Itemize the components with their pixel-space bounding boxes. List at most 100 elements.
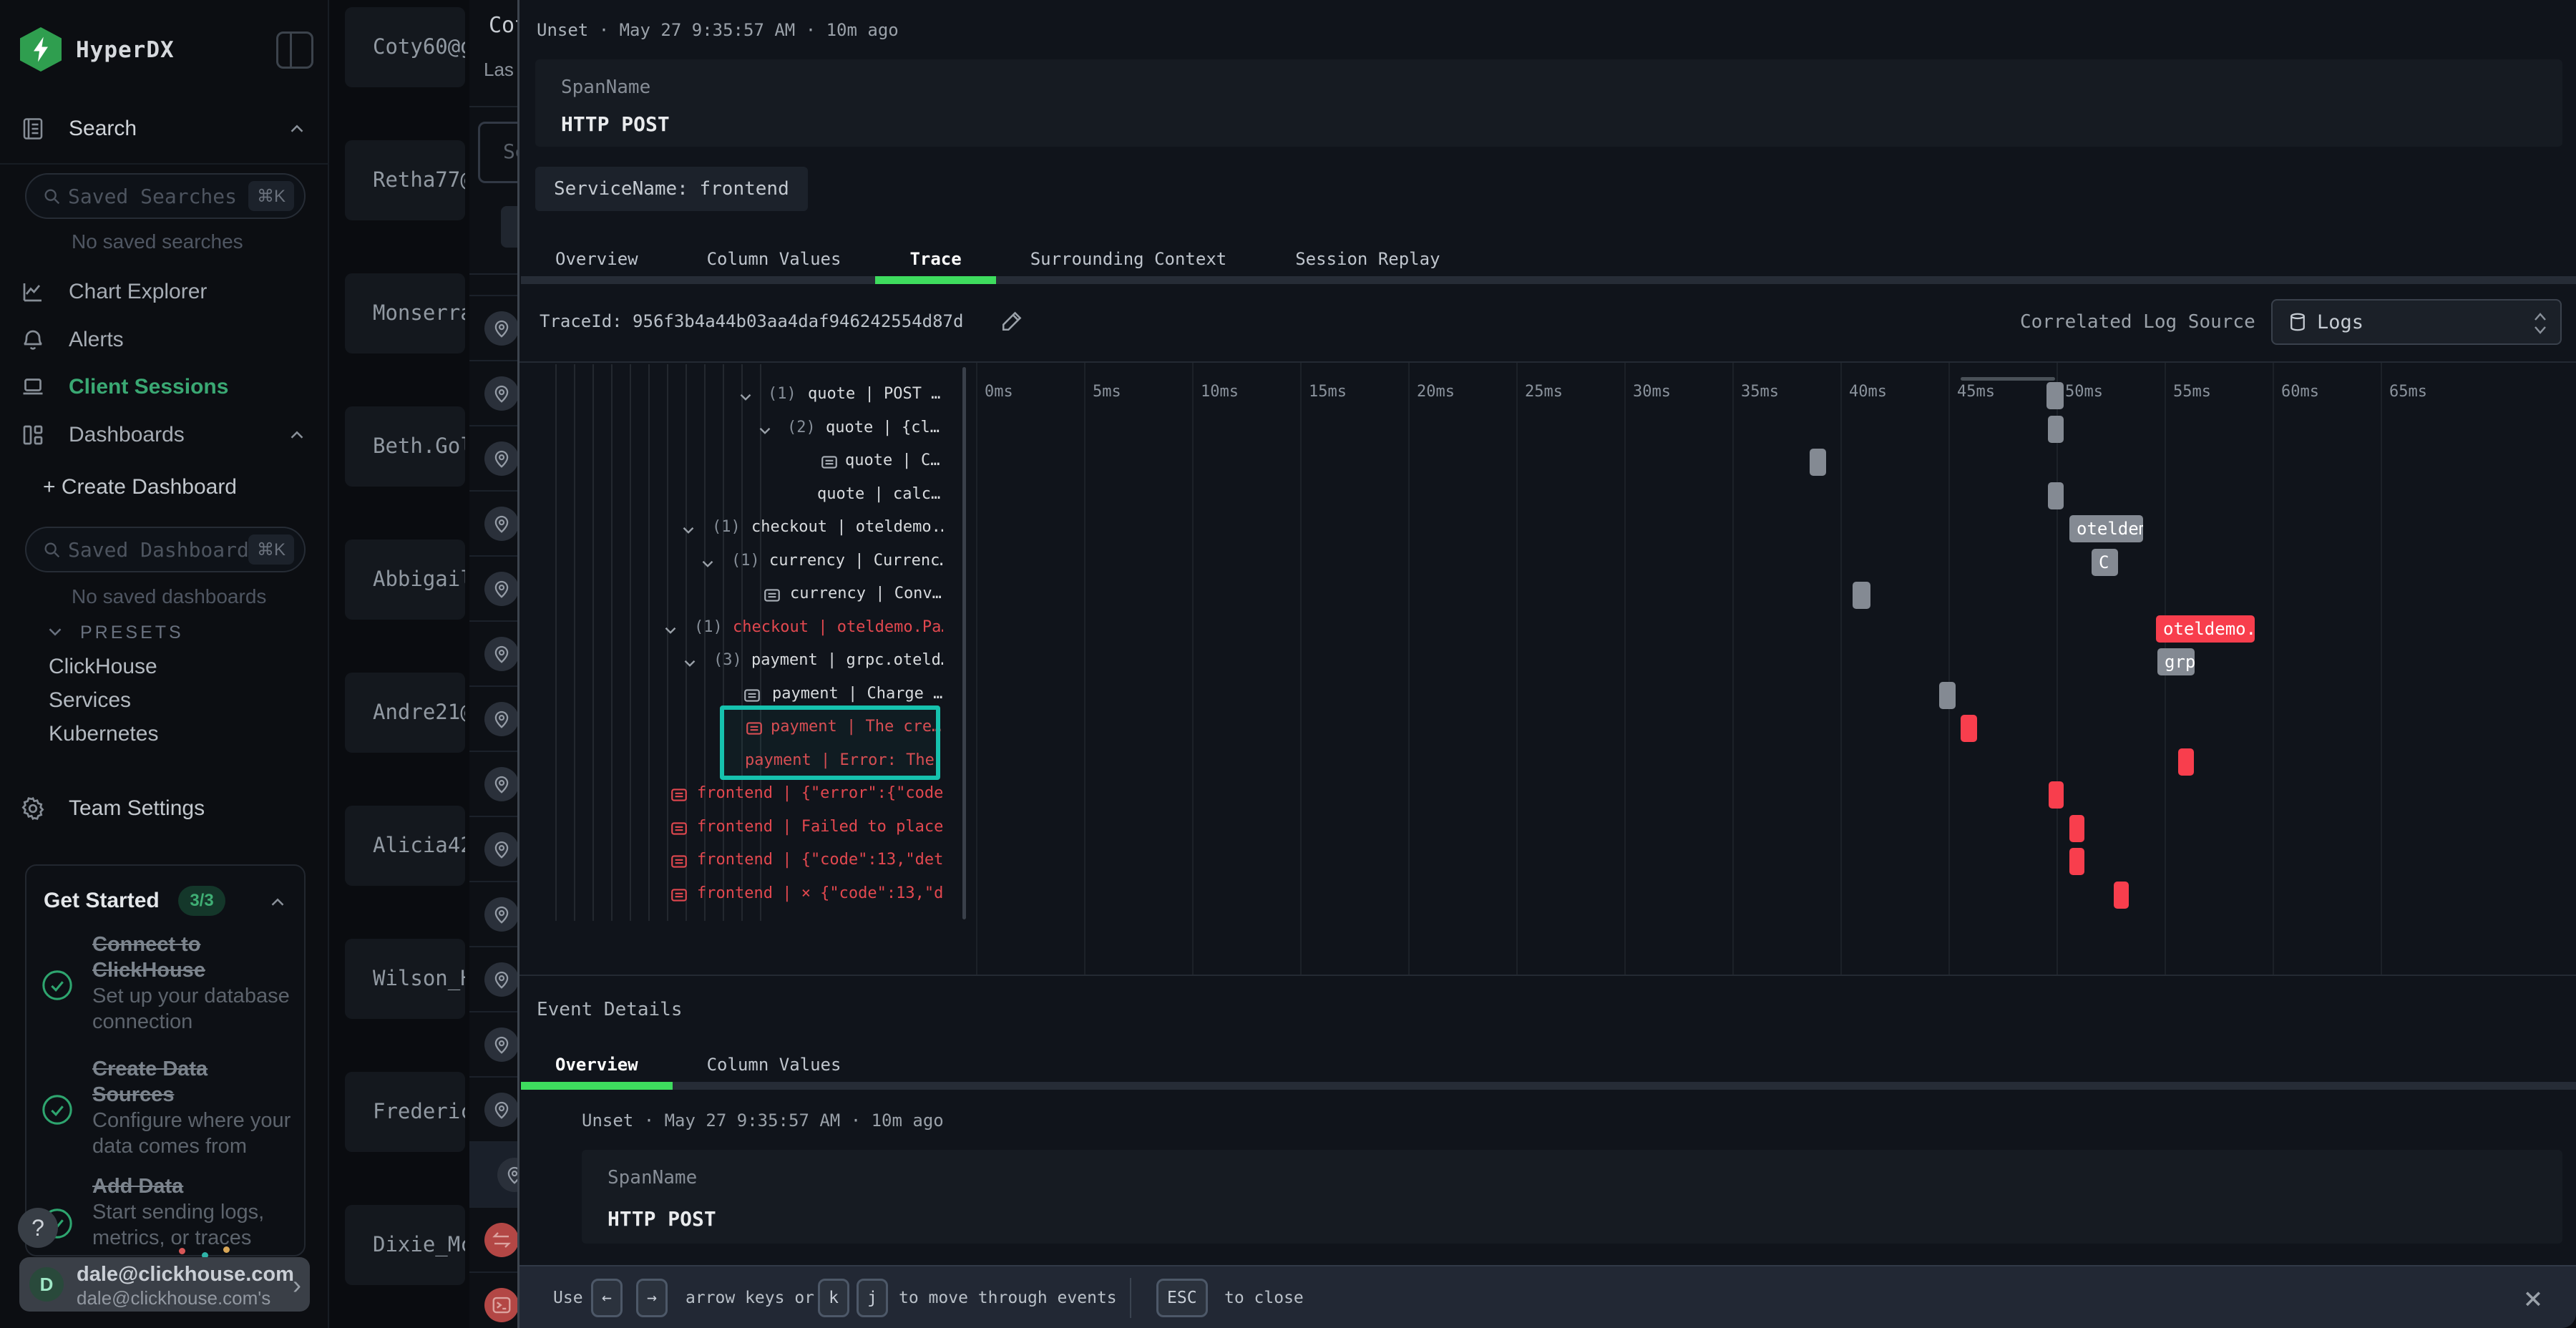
j-key[interactable]: j bbox=[857, 1279, 888, 1317]
session-card[interactable]: Beth.Gol bbox=[345, 406, 465, 487]
preset-clickhouse[interactable]: ClickHouse bbox=[49, 655, 157, 679]
chevron-down-icon[interactable] bbox=[698, 555, 717, 573]
span-duration-bar[interactable]: oteldem bbox=[2069, 515, 2143, 542]
sidebar-item-chart-explorer[interactable]: Chart Explorer bbox=[0, 272, 329, 312]
session-card[interactable]: Andre21@ bbox=[345, 673, 465, 753]
span-duration-bar[interactable] bbox=[2069, 848, 2084, 875]
tab-trace[interactable]: Trace bbox=[875, 234, 995, 284]
trace-tree-row[interactable]: frontend | {"code":13,"det… bbox=[519, 845, 943, 879]
trace-tree-row[interactable]: frontend | {"error":{"code… bbox=[519, 778, 943, 812]
edit-pencil-icon[interactable] bbox=[1000, 308, 1025, 333]
sidebar-item-search[interactable]: Search bbox=[0, 109, 329, 149]
session-card[interactable]: Monserra bbox=[345, 273, 465, 353]
span-duration-bar[interactable] bbox=[2049, 781, 2064, 809]
preset-kubernetes[interactable]: Kubernetes bbox=[49, 722, 158, 746]
chevron-down-icon[interactable] bbox=[680, 654, 699, 673]
event-rail-row[interactable] bbox=[469, 1271, 517, 1328]
session-card[interactable]: Retha77@ bbox=[345, 140, 465, 220]
tab-overview[interactable]: Overview bbox=[521, 234, 673, 284]
left-arrow-key[interactable]: ← bbox=[591, 1279, 623, 1317]
trace-tree-row[interactable]: quote | calc… bbox=[519, 479, 943, 513]
saved-dashboards-input[interactable]: Saved Dashboards ⌘K bbox=[25, 527, 306, 572]
presets-chevron-icon[interactable] bbox=[44, 621, 66, 643]
tab-session-replay[interactable]: Session Replay bbox=[1261, 234, 1474, 284]
session-card[interactable]: Wilson_H bbox=[345, 939, 465, 1019]
trace-tree-row[interactable]: (1)checkout | oteldemo.… bbox=[519, 512, 943, 546]
span-duration-bar[interactable] bbox=[1810, 449, 1826, 476]
span-duration-bar[interactable]: C bbox=[2092, 549, 2118, 576]
get-started-step[interactable]: Create Data SourcesConfigure where your … bbox=[41, 1056, 291, 1163]
span-duration-bar[interactable]: oteldemo. bbox=[2156, 615, 2255, 643]
tab-column-values[interactable]: Column Values bbox=[673, 234, 876, 284]
span-duration-bar[interactable] bbox=[2114, 882, 2129, 909]
presets-header[interactable]: PRESETS bbox=[80, 622, 184, 643]
create-dashboard-button[interactable]: + Create Dashboard bbox=[43, 475, 237, 499]
session-card[interactable]: Coty60@g bbox=[345, 7, 465, 87]
trace-tree-row[interactable]: frontend | × {"code":13,"d… bbox=[519, 879, 943, 912]
trace-tree-row[interactable]: (2)quote | {cl… bbox=[519, 413, 943, 446]
event-rail-row[interactable] bbox=[469, 360, 517, 425]
event-rail-row[interactable] bbox=[469, 685, 517, 751]
event-rail-row[interactable] bbox=[469, 490, 517, 555]
event-rail-row[interactable] bbox=[469, 295, 517, 360]
tab-surrounding-context[interactable]: Surrounding Context bbox=[996, 234, 1262, 284]
details-tab-overview[interactable]: Overview bbox=[521, 1040, 673, 1090]
sidebar-collapse-icon[interactable] bbox=[276, 31, 313, 69]
chevron-down-icon[interactable] bbox=[736, 388, 755, 406]
event-rail-row[interactable] bbox=[469, 620, 517, 685]
tree-scrollbar[interactable] bbox=[962, 367, 966, 919]
details-tab-column-values[interactable]: Column Values bbox=[673, 1040, 876, 1090]
chevron-down-icon[interactable] bbox=[756, 421, 774, 440]
span-duration-bar[interactable] bbox=[2048, 416, 2064, 443]
esc-key[interactable]: ESC bbox=[1156, 1279, 1208, 1317]
span-duration-bar[interactable] bbox=[1853, 582, 1870, 609]
sidebar-item-client-sessions[interactable]: Client Sessions bbox=[0, 367, 329, 407]
events-search-input[interactable]: Se bbox=[478, 122, 517, 183]
trace-tree-row[interactable]: quote | C… bbox=[519, 446, 943, 479]
event-rail-row[interactable] bbox=[469, 555, 517, 620]
sidebar-item-dashboards[interactable]: Dashboards bbox=[0, 415, 329, 455]
log-source-select[interactable]: Logs bbox=[2271, 299, 2562, 345]
event-rail-row[interactable] bbox=[469, 946, 517, 1011]
event-rail-row[interactable] bbox=[469, 816, 517, 881]
span-duration-bar[interactable]: grp bbox=[2157, 648, 2195, 675]
saved-searches-input[interactable]: Saved Searches ⌘K bbox=[25, 173, 306, 219]
event-rail-row[interactable] bbox=[469, 751, 517, 816]
trace-tree-row[interactable]: (1)checkout | oteldemo.Pa… bbox=[519, 612, 943, 646]
preset-services[interactable]: Services bbox=[49, 688, 131, 713]
event-rail-row[interactable] bbox=[469, 1141, 517, 1206]
event-rail-row[interactable] bbox=[469, 1206, 517, 1271]
span-duration-bar[interactable] bbox=[1939, 682, 1956, 709]
help-button[interactable]: ? bbox=[18, 1208, 58, 1248]
span-duration-bar[interactable] bbox=[1961, 715, 1977, 742]
chevron-down-icon[interactable] bbox=[661, 621, 680, 640]
session-card[interactable]: Frederic bbox=[345, 1072, 465, 1152]
session-card[interactable]: Dixie_Mc bbox=[345, 1205, 465, 1285]
event-rail-row[interactable] bbox=[469, 1076, 517, 1141]
session-card[interactable]: Abbigail bbox=[345, 540, 465, 620]
right-arrow-key[interactable]: → bbox=[636, 1279, 668, 1317]
span-duration-bar[interactable] bbox=[2048, 482, 2064, 509]
trace-tree-row[interactable]: (1)quote | POST … bbox=[519, 379, 943, 413]
span-duration-bar[interactable] bbox=[2069, 815, 2084, 842]
sidebar-item-team-settings[interactable]: Team Settings bbox=[0, 788, 329, 829]
chevron-down-icon[interactable] bbox=[679, 521, 698, 540]
trace-tree-row[interactable]: currency | Conv… bbox=[519, 579, 943, 612]
event-rail-row[interactable] bbox=[469, 1011, 517, 1076]
close-icon[interactable]: × bbox=[2513, 1276, 2553, 1319]
trace-tree-row[interactable]: (1)currency | Currenc… bbox=[519, 546, 943, 580]
trace-tree-row[interactable]: frontend | Failed to place… bbox=[519, 812, 943, 846]
get-started-step[interactable]: Connect to ClickHouseSet up your databas… bbox=[41, 932, 291, 1039]
span-duration-bar[interactable] bbox=[2046, 382, 2064, 409]
service-name-chip[interactable]: ServiceName: frontend bbox=[535, 167, 808, 211]
event-rail-row[interactable] bbox=[469, 881, 517, 946]
k-key[interactable]: k bbox=[818, 1279, 849, 1317]
trace-tree-row[interactable]: (3)payment | grpc.oteld… bbox=[519, 645, 943, 679]
chevron-up-icon[interactable] bbox=[267, 892, 288, 913]
sidebar-item-alerts[interactable]: Alerts bbox=[0, 320, 329, 360]
session-card[interactable]: Alicia42 bbox=[345, 806, 465, 886]
span-duration-bar[interactable] bbox=[2178, 748, 2194, 776]
events-filter-button[interactable]: L bbox=[501, 206, 517, 248]
user-menu[interactable]: D dale@clickhouse.com dale@clickhouse.co… bbox=[19, 1257, 310, 1312]
event-rail-row[interactable] bbox=[469, 425, 517, 490]
